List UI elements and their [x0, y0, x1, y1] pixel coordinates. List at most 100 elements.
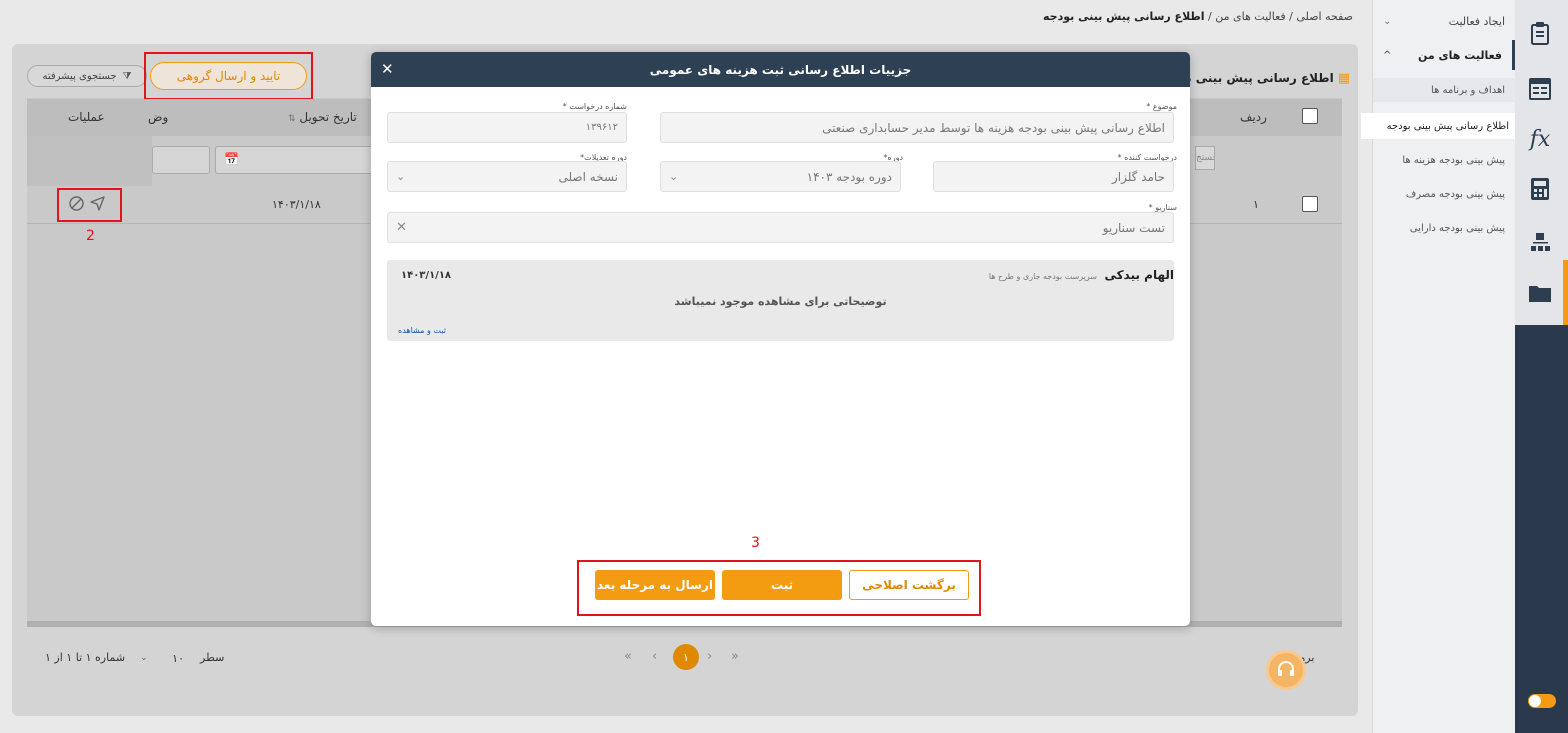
row-delivery-date: ۱۴۰۳/۱/۱۸ — [272, 198, 321, 211]
save-button[interactable]: ثبت — [722, 570, 842, 600]
period-select[interactable]: دوره بودجه ۱۴۰۳ ⌄ — [660, 161, 901, 192]
menu-item-asset-budget[interactable]: پیش بینی بودجه دارایی — [1373, 216, 1515, 240]
send-next-button-label: ارسال به مرحله بعد — [597, 578, 713, 592]
rows-per-page-value: ۱۰ — [172, 651, 184, 665]
menu-item-consumption-budget[interactable]: پیش بینی بودجه مصرف — [1373, 182, 1515, 206]
menu-item-label: پیش بینی بودجه دارایی — [1409, 222, 1505, 234]
group-approve-send-button[interactable]: تایید و ارسال گروهی — [150, 62, 307, 90]
date-filter-input[interactable]: 📅 — [215, 146, 375, 174]
filter-icon: ⧩ — [122, 70, 132, 82]
request-number-label: شماره درخواست * — [562, 102, 627, 111]
menu-create-label: ایجاد فعالیت — [1448, 14, 1505, 28]
comment-view-link[interactable]: ثبت و مشاهده — [398, 326, 446, 335]
clipboard-icon[interactable] — [1523, 16, 1557, 50]
select-all-checkbox[interactable] — [1302, 108, 1318, 124]
close-icon[interactable]: ✕ — [381, 60, 394, 78]
return-for-correction-button[interactable]: برگشت اصلاحی — [849, 570, 969, 600]
requester-field[interactable]: حامد گلزار — [933, 161, 1174, 192]
chevron-up-icon: ^ — [1383, 49, 1392, 61]
support-button[interactable] — [1266, 650, 1306, 690]
menu-item-label: اهداف و برنامه ها — [1431, 84, 1505, 96]
table-icon: ▦ — [1337, 70, 1350, 86]
breadcrumb-current: اطلاع رسانی پیش بینی بودجه — [1043, 10, 1205, 23]
column-header-row[interactable]: ردیف — [1240, 110, 1267, 124]
send-icon[interactable] — [89, 195, 106, 216]
advanced-search-label: جستجوی پیشرفته — [42, 70, 117, 82]
column-header-operations: عملیات — [68, 110, 105, 124]
records-count: شماره ۱ تا ۱ از ۱ — [45, 651, 126, 664]
save-button-label: ثبت — [770, 578, 794, 592]
column-header-date[interactable]: تاریخ تحویل ⇅ — [288, 110, 357, 124]
menu-my-activities[interactable]: فعالیت های من ^ — [1373, 40, 1515, 70]
row-checkbox[interactable] — [1302, 196, 1318, 212]
theme-toggle-knob — [1529, 695, 1541, 707]
chevron-down-icon: ⌄ — [396, 170, 406, 183]
org-chart-icon[interactable] — [1523, 225, 1557, 259]
sort-icon: ⇅ — [288, 114, 296, 124]
clear-icon[interactable]: ✕ — [396, 220, 407, 235]
breadcrumb-activities[interactable]: فعالیت های من — [1215, 10, 1285, 23]
folder-icon[interactable] — [1523, 276, 1557, 310]
next-page-icon[interactable]: › — [707, 649, 712, 664]
menu-item-label: پیش بینی بودجه هزینه ها — [1402, 154, 1505, 166]
rows-label: سطر — [200, 651, 225, 664]
menu-item-budget-notice[interactable]: اطلاع رسانی پیش بینی بودجه — [1361, 113, 1515, 139]
filter-input-row[interactable]: جستج — [1195, 146, 1215, 170]
menu-my-activities-label: فعالیت های من — [1417, 48, 1502, 62]
annotation-number-3: 3 — [751, 535, 760, 551]
status-filter-input[interactable] — [152, 146, 210, 174]
menu-create-activity[interactable]: ایجاد فعالیت ⌄ — [1373, 6, 1515, 36]
rail-active-indicator — [1563, 260, 1568, 325]
headset-icon — [1276, 659, 1296, 682]
chevron-down-icon: ⌄ — [669, 170, 679, 183]
chevron-down-icon: ⌄ — [140, 653, 148, 663]
revision-value: نسخه اصلی — [558, 169, 618, 184]
return-button-label: برگشت اصلاحی — [862, 578, 956, 592]
menu-item-label: اطلاع رسانی پیش بینی بودجه — [1386, 120, 1509, 132]
first-page-icon[interactable]: « — [624, 649, 632, 664]
prev-page-icon[interactable]: ‹ — [652, 649, 657, 664]
comment-divider — [387, 270, 1174, 271]
menu-item-expense-budget[interactable]: پیش بینی بودجه هزینه ها — [1373, 148, 1515, 172]
last-page-icon[interactable]: » — [731, 649, 739, 664]
sidebar-menu — [1372, 0, 1515, 733]
calculator-icon[interactable] — [1523, 172, 1557, 206]
annotation-number-2: 2 — [86, 228, 95, 244]
scenario-value: تست سناریو — [1102, 220, 1165, 235]
comment-role: سرپرست بودجه جاری و طرح ها — [988, 272, 1098, 281]
modal-header: جزییات اطلاع رسانی ثبت هزینه های عمومی — [371, 52, 1190, 87]
calendar-icon: 📅 — [224, 152, 239, 166]
send-next-step-button[interactable]: ارسال به مرحله بعد — [595, 570, 715, 600]
breadcrumb-separator: / — [1285, 10, 1297, 23]
row-number: ۱ — [1253, 198, 1259, 211]
section-title-text: اطلاع رسانی پیش بینی بو — [1190, 71, 1334, 85]
period-value: دوره بودجه ۱۴۰۳ — [806, 169, 892, 184]
formula-icon[interactable]: fx — [1523, 122, 1557, 156]
page-button-current[interactable]: ۱ — [673, 644, 699, 670]
breadcrumb: صفحه اصلی / فعالیت های من / اطلاع رسانی … — [1043, 10, 1353, 23]
rows-per-page-select[interactable]: ⌄ ۱۰ — [134, 647, 190, 669]
column-header-status[interactable]: وض — [148, 110, 168, 124]
details-modal: جزییات اطلاع رسانی ثبت هزینه های عمومی ✕… — [371, 52, 1190, 626]
breadcrumb-separator: / — [1204, 10, 1216, 23]
column-header-date-label: تاریخ تحویل — [299, 110, 357, 124]
chevron-down-icon: ⌄ — [1383, 15, 1392, 27]
block-icon[interactable] — [68, 195, 85, 215]
scenario-field[interactable]: تست سناریو ✕ — [387, 212, 1174, 243]
menu-item-label: پیش بینی بودجه مصرف — [1405, 188, 1505, 200]
scenario-label: سناریو * — [1148, 203, 1177, 212]
comment-text: توضیحاتی برای مشاهده موجود نمیباشد — [674, 295, 887, 308]
advanced-search-button[interactable]: جستجوی پیشرفته ⧩ — [27, 65, 147, 87]
operations-column-filter-cell — [27, 136, 152, 186]
group-send-label: تایید و ارسال گروهی — [176, 69, 281, 83]
subject-field[interactable]: اطلاع رسانی پیش بینی بودجه هزینه ها توسط… — [660, 112, 1174, 143]
breadcrumb-home[interactable]: صفحه اصلی — [1296, 10, 1353, 23]
comment-date: ۱۴۰۳/۱/۱۸ — [401, 270, 452, 281]
revision-select[interactable]: نسخه اصلی ⌄ — [387, 161, 627, 192]
table-icon[interactable] — [1523, 72, 1557, 106]
menu-item-goals[interactable]: اهداف و برنامه ها — [1373, 78, 1515, 102]
request-number-field[interactable]: ۱۳۹۶۱۲ — [387, 112, 627, 143]
modal-title: جزییات اطلاع رسانی ثبت هزینه های عمومی — [649, 62, 912, 77]
section-title: ▦ اطلاع رسانی پیش بینی بو — [1190, 68, 1350, 88]
subject-label: موضوع * — [1146, 102, 1177, 111]
